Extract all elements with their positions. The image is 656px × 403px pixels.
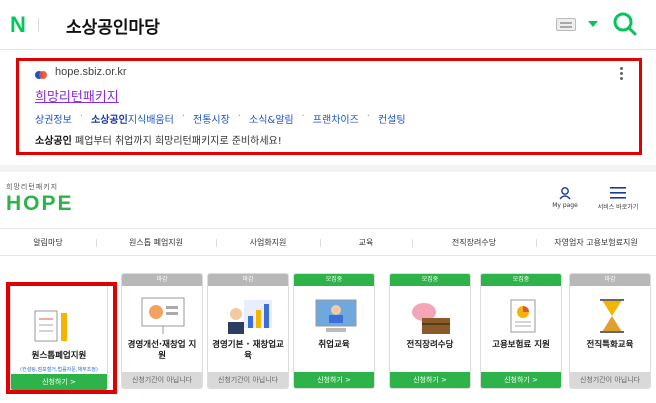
user-icon bbox=[559, 187, 571, 200]
main-nav: 알림마당 원스톱 폐업지원 사업화지원 교육 전직장려수당 자영업자 고용보험료지원 bbox=[0, 228, 656, 256]
desc-bold: 소상공인 bbox=[35, 136, 72, 147]
service-illustration-icon bbox=[510, 299, 536, 333]
site-favicon-icon bbox=[35, 71, 47, 79]
hope-logo[interactable]: HOPE bbox=[6, 192, 74, 216]
status-badge: 마감 bbox=[122, 274, 202, 286]
service-card[interactable]: 마감전직특화교육신청기간이 아닙니다 bbox=[569, 273, 651, 389]
card-title: 취업교육 bbox=[318, 340, 350, 350]
service-illustration-icon bbox=[315, 299, 357, 332]
sitelink-separator: · bbox=[79, 111, 83, 122]
service-card[interactable]: 모집중전직장려수당신청하기 > bbox=[389, 273, 471, 389]
service-card[interactable]: 마감경영기본 · 재창업교육신청기간이 아닙니다 bbox=[207, 273, 289, 389]
header-divider bbox=[38, 18, 39, 32]
header-title[interactable]: 소상공인마당 bbox=[66, 13, 160, 38]
sitelink-label: 전통시장 bbox=[193, 115, 230, 126]
apply-button[interactable]: 신청하기 > bbox=[481, 372, 561, 388]
sitelink-separator: · bbox=[237, 111, 241, 122]
sitelink-separator: · bbox=[366, 111, 370, 122]
status-badge: 마감 bbox=[570, 274, 650, 286]
service-illustration-icon bbox=[600, 299, 624, 333]
naver-header: N 소상공인마당 bbox=[0, 0, 656, 50]
sitelink-separator: · bbox=[301, 111, 305, 122]
service-menu-button[interactable]: 서비스 바로가기 bbox=[596, 186, 640, 211]
sitelink-label: 소식&알림 bbox=[249, 115, 294, 126]
card-highlight-box bbox=[6, 282, 117, 394]
site-url[interactable]: hope.sbiz.or.kr bbox=[55, 66, 127, 78]
search-icon[interactable] bbox=[612, 11, 638, 37]
naver-logo[interactable]: N bbox=[10, 12, 26, 38]
service-illustration-icon bbox=[141, 297, 185, 334]
card-title: 전직특화교육 bbox=[586, 340, 634, 350]
site-description: 소상공인 폐업부터 취업까지 희망리턴패키지로 준비하세요! bbox=[35, 132, 282, 147]
nav-item[interactable]: 전직장려수당 bbox=[412, 237, 536, 248]
service-card[interactable]: 모집중취업교육신청하기 > bbox=[293, 273, 375, 389]
sitelink[interactable]: 프랜차이즈 bbox=[313, 111, 359, 126]
mypage-button[interactable]: My page bbox=[550, 186, 580, 209]
result-highlight-box: hope.sbiz.or.kr 희망리턴패키지 상권정보 · 소상공인지식배움터 · 전… bbox=[16, 58, 642, 155]
status-badge: 마감 bbox=[208, 274, 288, 286]
hope-logo-subtitle: 희망리턴패키지 bbox=[6, 183, 59, 191]
more-options-icon[interactable] bbox=[620, 67, 623, 82]
card-title: 고용보험료 지원 bbox=[492, 340, 550, 350]
service-card[interactable]: 마감경영개선·재창업 지원신청기간이 아닙니다 bbox=[121, 273, 203, 389]
hamburger-icon bbox=[610, 187, 626, 199]
status-badge: 모집중 bbox=[294, 274, 374, 286]
sitelink-label: 컨설팅 bbox=[377, 115, 406, 126]
card-title: 전직장려수당 bbox=[406, 340, 454, 350]
sitelink-label: 상권정보 bbox=[35, 115, 72, 126]
desc-text: 폐업부터 취업까지 희망리턴패키지로 준비하세요! bbox=[71, 136, 282, 147]
sitelink-bold: 소상공인 bbox=[91, 115, 128, 126]
search-result-card: hope.sbiz.or.kr 희망리턴패키지 상권정보 · 소상공인지식배움터 · 전… bbox=[0, 50, 656, 165]
site-title-link[interactable]: 희망리턴패키지 bbox=[35, 86, 119, 105]
sitelink-label: 지식배움터 bbox=[127, 115, 174, 126]
card-title: 경영기본 · 재창업교육 bbox=[212, 340, 284, 361]
nav-item[interactable]: 알림마당 bbox=[0, 237, 96, 248]
sitelink[interactable]: 소상공인지식배움터 bbox=[91, 111, 174, 126]
service-card[interactable]: 모집중고용보험료 지원신청하기 > bbox=[480, 273, 562, 389]
sitelink-label: 프랜차이즈 bbox=[312, 115, 359, 126]
sitelinks: 상권정보 · 소상공인지식배움터 · 전통시장 · 소식&알림 · 프랜차이즈 · 컨설팅 bbox=[35, 111, 406, 126]
mypage-label: My page bbox=[552, 202, 578, 209]
apply-button[interactable]: 신청기간이 아닙니다 bbox=[208, 372, 288, 388]
sitelink-separator: · bbox=[181, 111, 185, 122]
nav-item[interactable]: 원스톱 폐업지원 bbox=[96, 237, 216, 248]
nav-item[interactable]: 교육 bbox=[320, 237, 412, 248]
sitelink[interactable]: 상권정보 bbox=[35, 111, 72, 126]
service-illustration-icon bbox=[412, 303, 450, 334]
nav-item[interactable]: 사업화지원 bbox=[216, 237, 320, 248]
nav-item[interactable]: 자영업자 고용보험료지원 bbox=[536, 237, 656, 248]
sitelink[interactable]: 소식&알림 bbox=[249, 111, 294, 126]
service-menu-label: 서비스 바로가기 bbox=[597, 204, 639, 211]
caret-down-icon[interactable] bbox=[588, 21, 598, 27]
apply-button[interactable]: 신청하기 > bbox=[390, 372, 470, 388]
sitelink[interactable]: 전통시장 bbox=[193, 111, 230, 126]
sitelink[interactable]: 컨설팅 bbox=[378, 111, 406, 126]
status-badge: 모집중 bbox=[390, 274, 470, 286]
apply-button[interactable]: 신청기간이 아닙니다 bbox=[570, 372, 650, 388]
status-badge: 모집중 bbox=[481, 274, 561, 286]
apply-button[interactable]: 신청기간이 아닙니다 bbox=[122, 372, 202, 388]
keyboard-icon[interactable] bbox=[556, 18, 576, 31]
apply-button[interactable]: 신청하기 > bbox=[294, 372, 374, 388]
service-illustration-icon bbox=[228, 300, 272, 334]
card-title: 경영개선·재창업 지원 bbox=[127, 340, 197, 361]
